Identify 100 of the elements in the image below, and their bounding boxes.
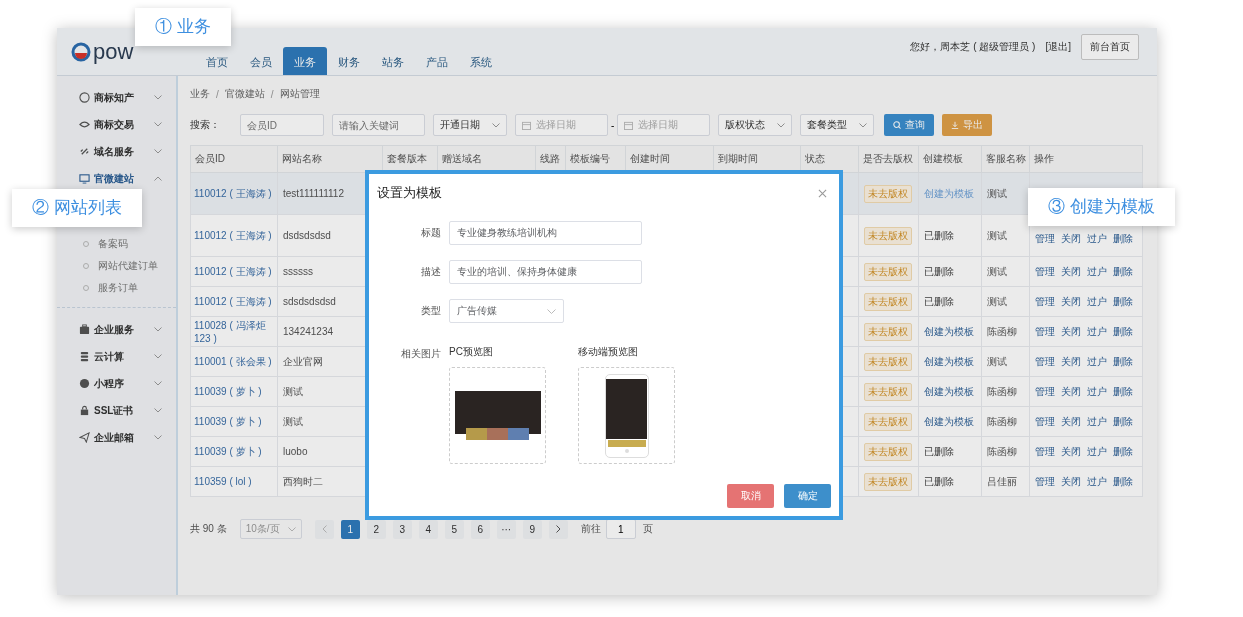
service-name: 测试: [987, 355, 1007, 367]
calendar-icon: [522, 120, 531, 130]
user-greeting: 您好，周本芝 ( 超级管理员 ): [910, 39, 1036, 54]
sidebar-item[interactable]: 云计算: [57, 343, 176, 370]
site-name: test111111112: [283, 188, 344, 199]
action-link[interactable]: 删除: [1113, 474, 1133, 489]
filter-select[interactable]: 套餐类型: [800, 114, 875, 136]
search-field[interactable]: 会员ID: [240, 114, 324, 136]
nav-tab[interactable]: 系统: [459, 47, 503, 75]
goto-page-field[interactable]: 1: [605, 519, 636, 539]
breadcrumb-item[interactable]: 业务: [190, 87, 210, 101]
chevron-right-icon: [555, 525, 561, 533]
action-link[interactable]: 管理: [1035, 444, 1055, 459]
action-link[interactable]: 关闭: [1061, 474, 1081, 489]
sidebar-subitem[interactable]: 服务订单: [57, 277, 176, 299]
logout-link[interactable]: [退出]: [1045, 39, 1071, 54]
action-link[interactable]: 关闭: [1061, 294, 1081, 309]
action-link[interactable]: 关闭: [1061, 324, 1081, 339]
action-link[interactable]: 管理: [1035, 354, 1055, 369]
column-header: 状态: [800, 145, 859, 173]
service-name: 测试: [987, 187, 1007, 199]
action-link[interactable]: 管理: [1035, 324, 1055, 339]
sidebar-item[interactable]: 商标交易: [57, 111, 176, 138]
sidebar-item[interactable]: 企业服务: [57, 316, 176, 343]
preview-caption: PC预览图: [449, 345, 494, 359]
action-link[interactable]: 关闭: [1061, 384, 1081, 399]
circle-icon: [79, 378, 90, 389]
column-header: 创建时间: [625, 145, 714, 173]
action-link[interactable]: 过户: [1087, 384, 1107, 399]
action-link[interactable]: 关闭: [1061, 264, 1081, 279]
action-link[interactable]: 删除: [1113, 354, 1133, 369]
sidebar-item[interactable]: 企业邮箱: [57, 424, 176, 451]
filter-select[interactable]: 开通日期: [433, 114, 507, 136]
preview-caption: 移动端预览图: [578, 345, 639, 359]
goto-label: 前往: [580, 522, 601, 536]
site-name: sdsdsdsdsd: [283, 296, 336, 307]
upload-box[interactable]: [578, 367, 675, 464]
sidebar-item[interactable]: SSL证书: [57, 397, 176, 424]
action-link[interactable]: 删除: [1113, 231, 1133, 246]
action-link[interactable]: 删除: [1113, 264, 1133, 279]
text-field[interactable]: 专业的培训、保持身体健康: [449, 260, 642, 284]
action-link[interactable]: 过户: [1087, 231, 1107, 246]
action-link[interactable]: 关闭: [1061, 354, 1081, 369]
action-link[interactable]: 过户: [1087, 294, 1107, 309]
search-field[interactable]: 请输入关键词: [332, 114, 425, 136]
home-button[interactable]: 前台首页: [1081, 33, 1139, 60]
sidebar-item[interactable]: 域名服务: [57, 138, 176, 165]
sidebar-item[interactable]: 小程序: [57, 370, 176, 397]
action-link[interactable]: 过户: [1087, 474, 1107, 489]
action-link[interactable]: 管理: [1035, 294, 1055, 309]
action-link[interactable]: 过户: [1087, 414, 1107, 429]
action-link[interactable]: 过户: [1087, 444, 1107, 459]
action-link[interactable]: 过户: [1087, 324, 1107, 339]
action-link[interactable]: 关闭: [1061, 444, 1081, 459]
filter-select[interactable]: 版权状态: [718, 114, 793, 136]
confirm-button[interactable]: 确定: [784, 484, 831, 508]
column-header: 赠送域名: [437, 145, 536, 173]
action-link[interactable]: 删除: [1113, 414, 1133, 429]
action-link[interactable]: 管理: [1035, 474, 1055, 489]
query-button[interactable]: 查询: [884, 114, 935, 136]
sidebar-subitem[interactable]: 网站代建订单: [57, 255, 176, 277]
nav-tab[interactable]: 业务: [283, 47, 327, 75]
briefcase-icon: [79, 324, 90, 335]
nav-tab[interactable]: 站务: [371, 47, 415, 75]
caret-icon: [777, 122, 786, 128]
type-select[interactable]: 广告传媒: [449, 299, 564, 323]
column-header: 客服名称: [981, 145, 1030, 173]
action-link[interactable]: 管理: [1035, 231, 1055, 246]
sidebar-subitem[interactable]: 备案码: [57, 233, 176, 255]
nav-tab[interactable]: 财务: [327, 47, 371, 75]
action-link[interactable]: 关闭: [1061, 414, 1081, 429]
nav-tab[interactable]: 产品: [415, 47, 459, 75]
page-unit-label: 页: [642, 522, 653, 536]
action-link[interactable]: 删除: [1113, 324, 1133, 339]
page-button[interactable]: 1: [340, 519, 360, 539]
callout-label: ① 业务: [135, 8, 231, 46]
nav-tab[interactable]: 会员: [239, 47, 283, 75]
template-status: 已删除: [924, 295, 954, 307]
copyright-tag: 未去版权: [864, 226, 912, 245]
action-link[interactable]: 过户: [1087, 354, 1107, 369]
close-icon[interactable]: [818, 188, 827, 198]
service-name: 陈函柳: [987, 415, 1017, 427]
upload-box[interactable]: [449, 367, 546, 464]
action-link[interactable]: 管理: [1035, 264, 1055, 279]
action-link[interactable]: 关闭: [1061, 231, 1081, 246]
action-link[interactable]: 过户: [1087, 264, 1107, 279]
site-name: luobo: [283, 446, 308, 457]
breadcrumb-item[interactable]: 官微建站: [224, 87, 265, 101]
action-link[interactable]: 删除: [1113, 444, 1133, 459]
action-link[interactable]: 删除: [1113, 384, 1133, 399]
action-link[interactable]: 删除: [1113, 294, 1133, 309]
action-link[interactable]: 管理: [1035, 414, 1055, 429]
action-link[interactable]: 管理: [1035, 384, 1055, 399]
sidebar-item[interactable]: 官微建站: [57, 165, 176, 192]
logo-icon: [71, 42, 91, 62]
breadcrumb-separator: /: [216, 88, 219, 100]
field-label: 标题: [420, 226, 441, 240]
text-field[interactable]: 专业健身教练培训机构: [449, 221, 642, 245]
nav-tab[interactable]: 首页: [195, 47, 239, 75]
sidebar-item[interactable]: 商标知产: [57, 84, 176, 111]
